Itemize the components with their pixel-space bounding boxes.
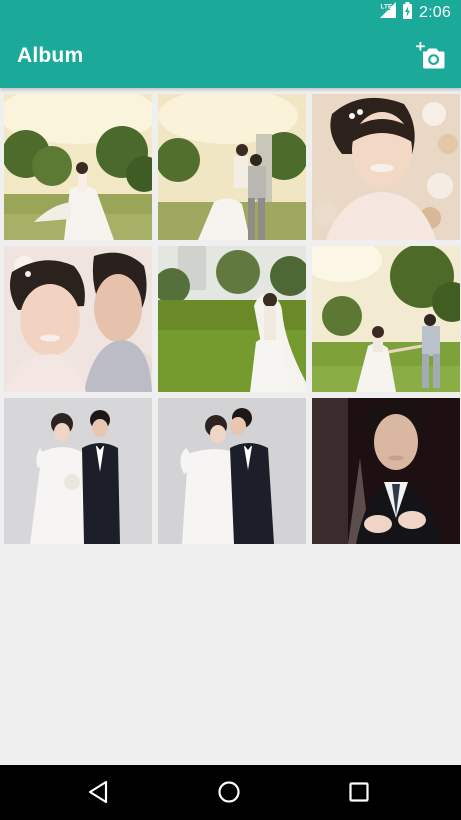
battery-charging-icon (403, 1, 413, 24)
bride-adjusting-groom-tie-image (312, 398, 460, 544)
navigation-bar (0, 765, 461, 820)
page-title: Album (17, 44, 84, 67)
album-screen: LTE 2:06 Album (0, 0, 461, 820)
photo-thumbnail-7[interactable] (4, 398, 152, 544)
status-time: 2:06 (419, 3, 451, 21)
recents-icon (349, 782, 369, 802)
status-bar: LTE 2:06 (0, 0, 461, 25)
couple-walking-hand-in-hand-image (312, 246, 460, 392)
bride-in-sunlit-field-image (4, 94, 152, 240)
home-icon (218, 781, 240, 803)
photo-thumbnail-3[interactable] (312, 94, 460, 240)
back-button[interactable] (84, 777, 114, 807)
status-icons: LTE 2:06 (380, 1, 451, 24)
bride-on-lawn-with-veil-image (158, 246, 306, 392)
photo-thumbnail-4[interactable] (4, 246, 152, 392)
recents-button[interactable] (344, 777, 374, 807)
couple-studio-portrait-image (4, 398, 152, 544)
lte-signal-icon: LTE (380, 2, 397, 23)
photo-thumbnail-8[interactable] (158, 398, 306, 544)
photo-thumbnail-2[interactable] (158, 94, 306, 240)
back-icon (88, 780, 108, 804)
add-photo-button[interactable] (416, 42, 446, 72)
photo-thumbnail-6[interactable] (312, 246, 460, 392)
lte-label: LTE (381, 4, 393, 11)
app-bar: Album (0, 25, 461, 88)
groom-kissing-bride-cheek-image (4, 246, 152, 392)
groom-lifting-bride-image (158, 94, 306, 240)
bride-closeup-with-flowers-image (312, 94, 460, 240)
home-button[interactable] (214, 777, 244, 807)
groom-kissing-bride-studio-image (158, 398, 306, 544)
photo-thumbnail-5[interactable] (158, 246, 306, 392)
add-a-photo-icon (416, 42, 445, 69)
photo-thumbnail-1[interactable] (4, 94, 152, 240)
photo-thumbnail-9[interactable] (312, 398, 460, 544)
